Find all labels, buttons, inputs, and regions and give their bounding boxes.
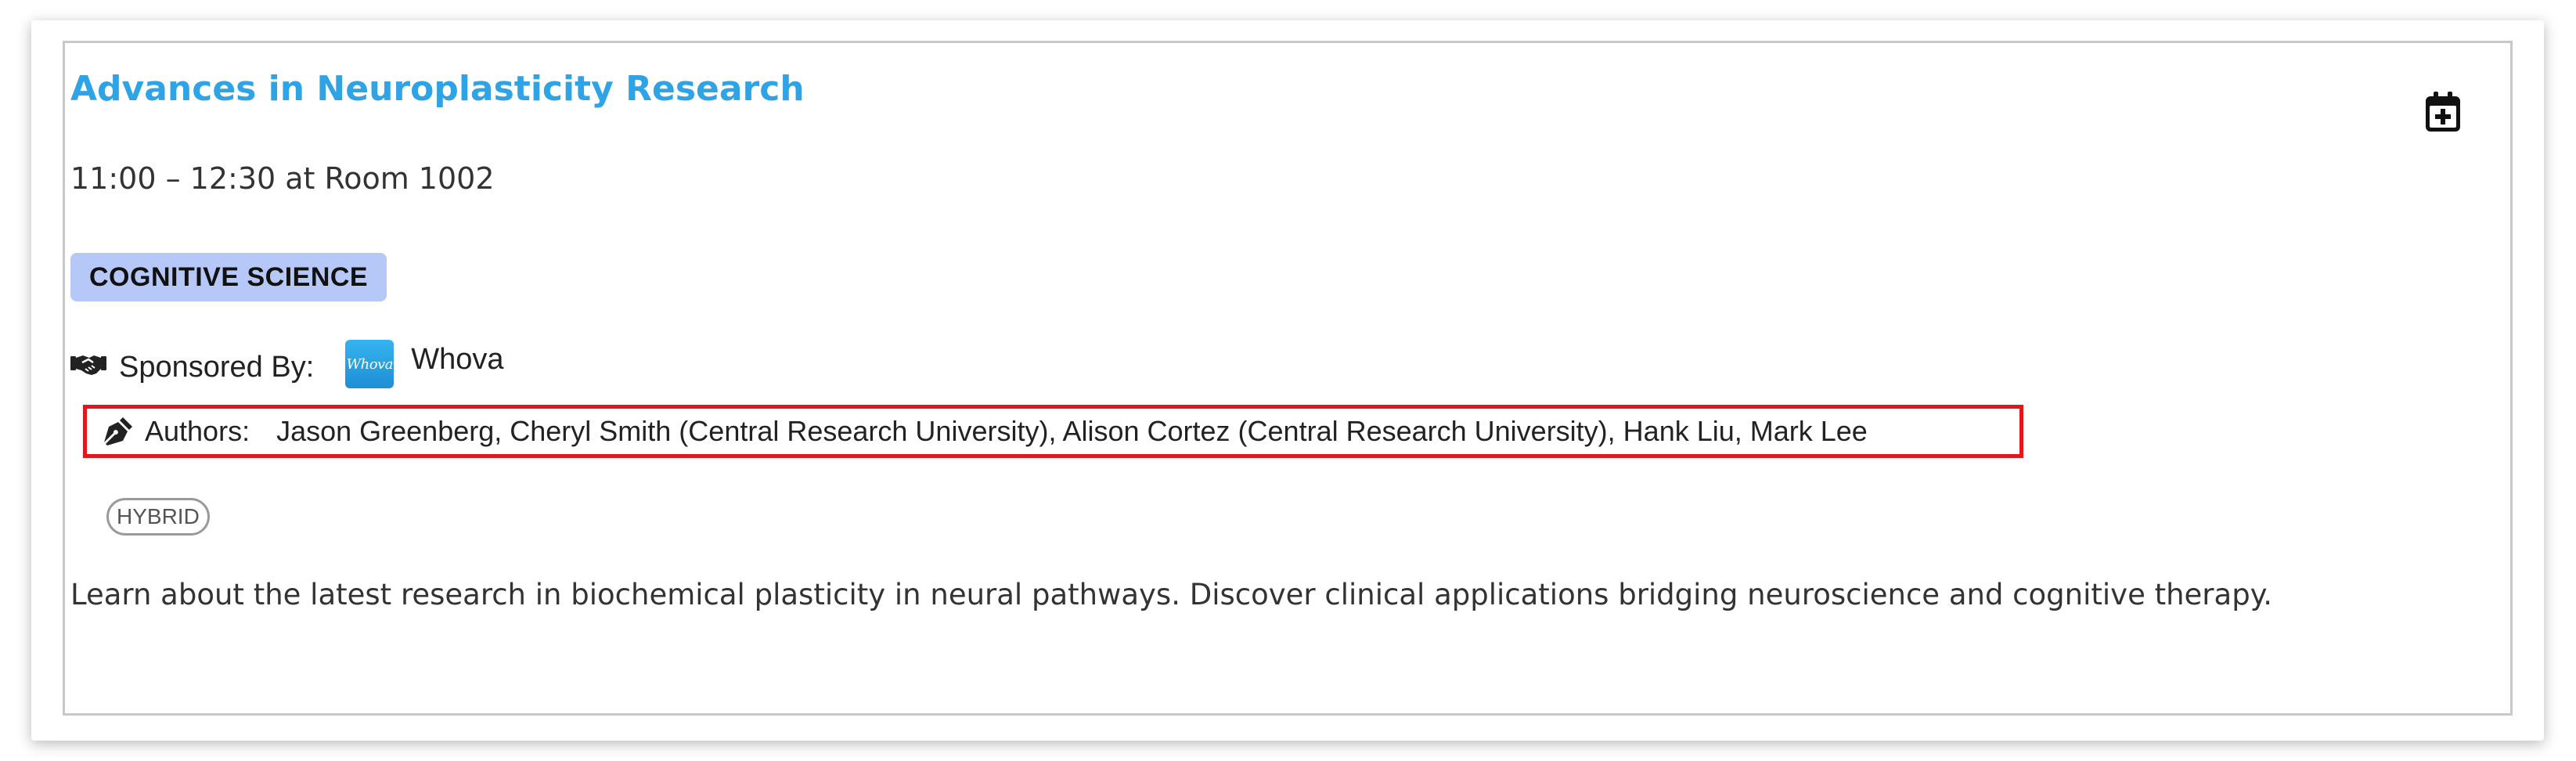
sponsor-name[interactable]: Whova <box>411 343 503 377</box>
authors-label: Authors: <box>145 415 250 447</box>
sponsor-label: Sponsored By: <box>119 350 315 384</box>
authors-row: Authors: Jason Greenberg, Cheryl Smith (… <box>83 405 2023 458</box>
session-time-location: 11:00 – 12:30 at Room 1002 <box>70 161 495 196</box>
pen-nib-icon <box>104 417 132 445</box>
add-to-calendar-button[interactable] <box>2423 90 2463 134</box>
authors-list[interactable]: Jason Greenberg, Cheryl Smith (Central R… <box>276 415 1868 448</box>
track-tag[interactable]: COGNITIVE SCIENCE <box>70 253 387 301</box>
session-description: Learn about the latest research in bioch… <box>70 578 2273 611</box>
sponsor-row: Sponsored By: Whova Whova <box>70 338 504 390</box>
sponsor-logo[interactable]: Whova <box>345 340 395 388</box>
format-badge: HYBRID <box>106 498 210 536</box>
sponsor-logo-text: Whova <box>346 355 394 373</box>
handshake-icon <box>70 355 106 375</box>
session-title[interactable]: Advances in Neuroplasticity Research <box>70 69 805 109</box>
calendar-plus-icon <box>2426 92 2460 132</box>
